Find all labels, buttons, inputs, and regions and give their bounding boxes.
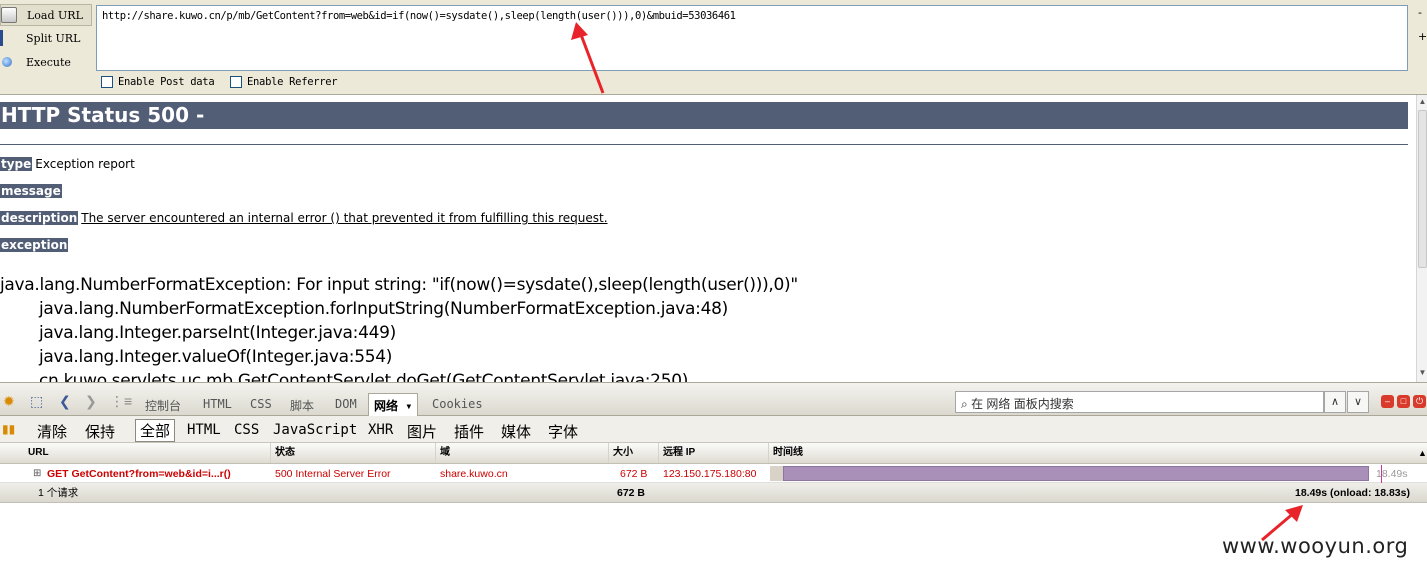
trace-line: cn.kuwo.servlets.uc.mb.GetContentServlet… xyxy=(39,371,689,382)
watermark: www.wooyun.org xyxy=(1222,534,1409,558)
table-row[interactable]: ⊞ GET GetContent?from=web&id=i...r() 500… xyxy=(0,465,1427,483)
expand-icon[interactable]: ⊞ xyxy=(33,465,41,483)
tab-console[interactable]: 控制台 xyxy=(145,397,181,414)
column-status[interactable]: 状态 xyxy=(270,443,295,463)
timeline-wait xyxy=(770,466,783,481)
tab-css[interactable]: CSS xyxy=(250,397,272,411)
filter-fonts[interactable]: 字体 xyxy=(548,421,578,442)
tab-dom[interactable]: DOM xyxy=(335,397,357,411)
back-icon[interactable]: ❮ xyxy=(59,393,71,410)
column-timeline[interactable]: 时间线 xyxy=(768,443,803,463)
network-summary-row: 1 个请求 672 B 18.49s (onload: 18.83s) xyxy=(0,483,1427,503)
column-size[interactable]: 大小 xyxy=(608,443,633,463)
column-domain[interactable]: 域 xyxy=(435,443,450,463)
description-label: description xyxy=(0,211,79,225)
load-url-label: Load URL xyxy=(27,8,83,22)
hackbar-decrease-button[interactable]: - xyxy=(1418,6,1422,19)
tab-script[interactable]: 脚本 xyxy=(290,397,314,414)
type-value: Exception report xyxy=(35,157,135,171)
inspect-icon[interactable]: ⬚ xyxy=(30,393,43,410)
page-scrollbar[interactable]: ▲ ▼ xyxy=(1416,95,1427,382)
request-size: 672 B xyxy=(620,468,648,480)
command-line-icon[interactable]: ⋮≡ xyxy=(110,393,132,410)
minimize-icon[interactable]: – xyxy=(1381,395,1394,408)
column-remote-ip[interactable]: 远程 IP xyxy=(658,443,695,463)
execute-label: Execute xyxy=(26,55,71,69)
page-content: HTTP Status 500 - type Exception report m… xyxy=(0,95,1416,382)
filter-plugins[interactable]: 插件 xyxy=(454,421,484,442)
split-url-label: Split URL xyxy=(26,31,81,45)
sort-up-icon[interactable]: ▲ xyxy=(1414,443,1427,463)
scrollbar-thumb[interactable] xyxy=(1418,110,1427,268)
search-icon: ⌕ xyxy=(961,397,968,411)
url-textarea[interactable]: http://share.kuwo.cn/p/mb/GetContent?fro… xyxy=(96,5,1408,71)
panel-search-input[interactable]: ⌕ 在 网络 面板内搜索 xyxy=(955,391,1324,413)
search-placeholder: 在 网络 面板内搜索 xyxy=(971,397,1074,411)
firebug-bug-icon[interactable]: ✹ xyxy=(3,393,15,410)
load-url-button[interactable]: Load URL xyxy=(0,4,92,26)
trace-line: java.lang.Integer.parseInt(Integer.java:… xyxy=(39,323,396,343)
filter-media[interactable]: 媒体 xyxy=(501,421,531,442)
summary-time: 18.49s (onload: 18.83s) xyxy=(1295,487,1410,499)
forward-icon[interactable]: ❯ xyxy=(85,393,97,410)
filter-xhr[interactable]: XHR xyxy=(368,422,393,438)
title-divider xyxy=(0,144,1408,145)
exception-label: exception xyxy=(0,238,69,252)
column-url[interactable]: URL xyxy=(24,443,49,463)
firebug-toolbar: ✹ ⬚ ❮ ❯ ⋮≡ 控制台 HTML CSS 脚本 DOM 网络 ▾ Cook… xyxy=(0,382,1427,420)
filter-html[interactable]: HTML xyxy=(187,422,221,438)
tab-cookies[interactable]: Cookies xyxy=(432,397,483,411)
description-value: The server encountered an internal error… xyxy=(81,211,608,225)
execute-button[interactable]: Execute xyxy=(0,51,92,73)
search-prev-icon[interactable]: ∧ xyxy=(1324,391,1346,413)
hackbar-toolbar: Load URL Split URL Execute http://share.… xyxy=(0,0,1427,95)
enable-referrer-checkbox[interactable]: Enable Referrer xyxy=(230,76,338,88)
network-table-header: URL 状态 域 大小 远程 IP 时间线 ▲ xyxy=(0,443,1427,464)
split-url-button[interactable]: Split URL xyxy=(0,27,92,49)
page-title: HTTP Status 500 - xyxy=(0,102,1408,129)
timeline-bar xyxy=(783,466,1369,481)
scroll-down-icon[interactable]: ▼ xyxy=(1417,368,1427,380)
enable-referrer-box[interactable] xyxy=(230,76,242,88)
close-icon[interactable]: ⏻ xyxy=(1413,395,1426,408)
trace-line: java.lang.NumberFormatException.forInput… xyxy=(39,299,728,319)
summary-size: 672 B xyxy=(617,487,646,499)
tab-html[interactable]: HTML xyxy=(203,397,232,411)
request-url[interactable]: GET GetContent?from=web&id=i...r() xyxy=(47,465,231,483)
persist-button[interactable]: 保持 xyxy=(85,421,115,442)
filter-all[interactable]: 全部 xyxy=(135,419,176,442)
enable-post-box[interactable] xyxy=(101,76,113,88)
type-label: type xyxy=(0,157,33,171)
enable-referrer-label: Enable Referrer xyxy=(247,76,338,88)
summary-count: 1 个请求 xyxy=(38,487,79,499)
request-remote-ip: 123.150.175.180:80 xyxy=(663,468,757,480)
request-time: 18.49s xyxy=(1376,468,1408,480)
message-row: message xyxy=(0,184,62,199)
exception-row: exception xyxy=(0,238,69,253)
type-row: type Exception report xyxy=(0,157,135,172)
network-filter-bar: ▮▮ 清除 保持 全部 HTML CSS JavaScript XHR 图片 插… xyxy=(0,416,1427,443)
request-domain: share.kuwo.cn xyxy=(440,468,508,480)
enable-post-checkbox[interactable]: Enable Post data xyxy=(101,76,215,88)
description-row: description The server encountered an int… xyxy=(0,211,608,226)
message-label: message xyxy=(0,184,62,198)
firebug-net-icon: ▮▮ xyxy=(2,422,16,436)
split-url-icon xyxy=(0,30,16,46)
scroll-up-icon[interactable]: ▲ xyxy=(1417,97,1427,109)
trace-line: java.lang.Integer.valueOf(Integer.java:5… xyxy=(39,347,393,367)
hackbar-increase-button[interactable]: + xyxy=(1418,30,1427,43)
clear-button[interactable]: 清除 xyxy=(37,421,67,442)
filter-javascript[interactable]: JavaScript xyxy=(273,422,357,438)
search-next-icon[interactable]: ∨ xyxy=(1347,391,1369,413)
stack-trace: java.lang.NumberFormatException: For inp… xyxy=(0,273,798,382)
execute-icon xyxy=(2,57,12,67)
enable-post-label: Enable Post data xyxy=(118,76,215,88)
filter-css[interactable]: CSS xyxy=(234,422,259,438)
load-url-icon xyxy=(1,7,17,23)
trace-line: java.lang.NumberFormatException: For inp… xyxy=(0,275,798,295)
filter-images[interactable]: 图片 xyxy=(407,421,437,442)
detach-icon[interactable]: □ xyxy=(1397,395,1410,408)
request-status: 500 Internal Server Error xyxy=(275,468,391,480)
